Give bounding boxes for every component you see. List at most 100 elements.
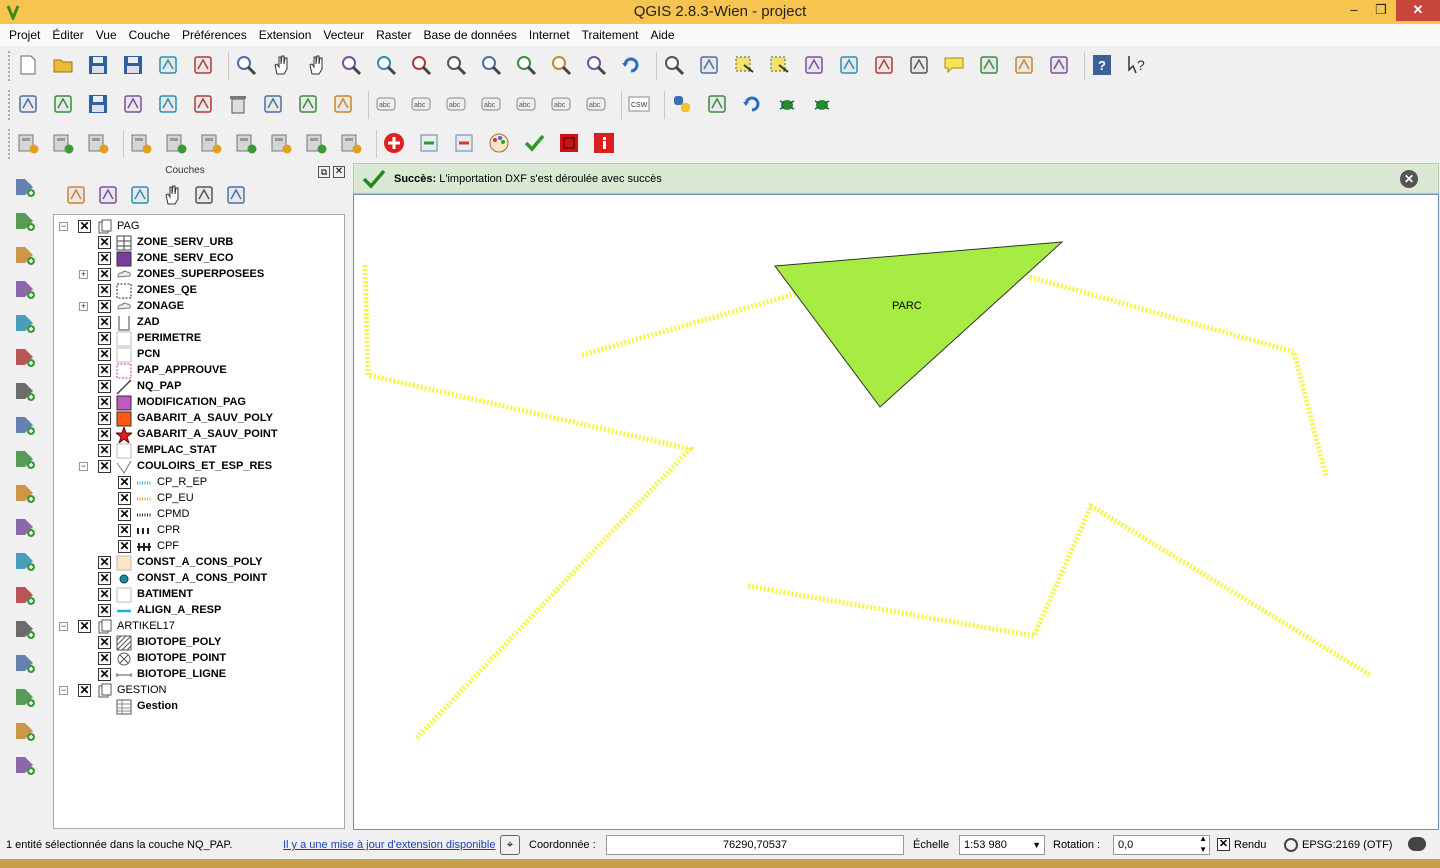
collapse-icon[interactable] [192,183,216,207]
layer-item-cp-r-ep[interactable]: ✕ CP_R_EP [54,475,344,491]
menu-6[interactable]: Vecteur [317,25,370,45]
layer-visibility-checkbox[interactable]: ✕ [98,396,111,409]
maximize-button[interactable]: ❒ [1368,0,1394,21]
layer-visibility-checkbox[interactable]: ✕ [78,220,91,233]
field-calculator-icon[interactable] [802,53,826,77]
add-feature-icon[interactable] [121,92,145,116]
layer-item-cpmd[interactable]: ✕ CPMD [54,507,344,523]
menu-0[interactable]: Projet [3,25,46,45]
menu-4[interactable]: Préférences [176,25,253,45]
current-edits-icon[interactable] [16,92,40,116]
delete-selected-icon[interactable] [226,92,250,116]
layer-tree[interactable]: − ✕ PAG ✕ ZONE_SERV_URB ✕ ZONE_SERV_ECO + ✕ ZONES… [53,214,345,829]
layer-visibility-checkbox[interactable]: ✕ [98,364,111,377]
layer-item-pcn[interactable]: ✕ PCN [54,347,344,363]
new-shape-e-icon[interactable] [269,131,293,155]
red-square-icon[interactable] [557,131,581,155]
rotation-spinbox[interactable]: 0,0 ▲ ▼ [1113,833,1210,855]
layer-visibility-checkbox[interactable]: ✕ [98,284,111,297]
layer-visibility-checkbox[interactable]: ✕ [98,444,111,457]
zoom-in-icon[interactable] [339,53,363,77]
check-icon[interactable] [522,131,546,155]
layer-visibility-checkbox[interactable]: ✕ [78,620,91,633]
coordinate-toggle-icon[interactable]: ⌖ [500,835,520,855]
new-shape-g-icon[interactable] [339,131,363,155]
rotate-label-icon[interactable]: abc [549,92,573,116]
add-layer-b-icon[interactable] [51,131,75,155]
move-label-icon[interactable]: abc [514,92,538,116]
close-window-button[interactable]: ✕ [1396,0,1440,21]
node-tool-icon[interactable] [191,92,215,116]
menu-5[interactable]: Extension [253,25,318,45]
collapse-icon[interactable]: − [59,686,68,695]
layer-visibility-checkbox[interactable]: ✕ [98,348,111,361]
layer-visibility-checkbox[interactable]: ✕ [98,572,111,585]
highlight-pinned-label-icon[interactable]: abc [409,92,433,116]
new-shape-d-icon[interactable] [234,131,258,155]
layer-item-const-a-cons-poly[interactable]: ✕ CONST_A_CONS_POLY [54,555,344,571]
layer-group-pag[interactable]: − ✕ PAG [54,219,344,235]
crs-globe-icon[interactable] [1284,838,1298,852]
plugin-update-link[interactable]: Il y a une mise à jour d'extension dispo… [283,839,495,851]
add-mssql-layer-icon[interactable] [13,311,37,335]
save-as-icon[interactable] [121,53,145,77]
panel-float-button[interactable]: ⧉ [318,166,330,178]
layer-visibility-checkbox[interactable]: ✕ [98,236,111,249]
copy-features-icon[interactable] [296,92,320,116]
collapse-icon[interactable]: − [79,462,88,471]
layer-item-zone-serv-urb[interactable]: ✕ ZONE_SERV_URB [54,235,344,251]
new-project-icon[interactable] [16,53,40,77]
layer-item-gabarit-a-sauv-poly[interactable]: ✕ GABARIT_A_SAUV_POLY [54,411,344,427]
menu-3[interactable]: Couche [123,25,176,45]
panel-close-button[interactable]: ✕ [333,166,345,178]
plugin-gear-bug-icon[interactable] [810,92,834,116]
layer-item-emplac-stat[interactable]: ✕ EMPLAC_STAT [54,443,344,459]
whats-this-icon[interactable]: ? [1125,53,1149,77]
scale-combo[interactable]: 1:53 980 ▼ [959,835,1045,855]
menu-2[interactable]: Vue [90,25,123,45]
rotation-stepper-icon[interactable]: ▲ ▼ [1199,833,1207,855]
deselect-icon[interactable] [767,53,791,77]
new-print-composer-icon[interactable] [156,53,180,77]
plus-circle-icon[interactable] [382,131,406,155]
layer-item-batiment[interactable]: ✕ BATIMENT [54,587,344,603]
layer-visibility-checkbox[interactable]: ✕ [98,636,111,649]
georeferencer-icon[interactable] [13,617,37,641]
layer-item-cp-eu[interactable]: ✕ CP_EU [54,491,344,507]
touch-zoom-icon[interactable] [234,53,258,77]
layer-visibility-checkbox[interactable]: ✕ [98,268,111,281]
pin-label-icon[interactable]: abc [444,92,468,116]
new-shapefile-icon[interactable] [13,549,37,573]
paste-features-icon[interactable] [331,92,355,116]
zoom-full-icon[interactable] [444,53,468,77]
zoom-next-icon[interactable] [584,53,608,77]
layer-visibility-checkbox[interactable]: ✕ [98,588,111,601]
layer-item-cpr[interactable]: ✕ CPR [54,523,344,539]
attribute-table-icon[interactable] [837,53,861,77]
measure-icon[interactable] [907,53,931,77]
layer-visibility-checkbox[interactable]: ✕ [98,316,111,329]
layer-item-cpf[interactable]: ✕ CPF [54,539,344,555]
layer-visibility-checkbox[interactable]: ✕ [98,604,111,617]
pan-to-selection-icon[interactable] [304,53,328,77]
scale-dropdown-icon[interactable]: ▼ [1032,836,1041,854]
identify-icon[interactable] [662,53,686,77]
layer-item-zone-serv-eco[interactable]: ✕ ZONE_SERV_ECO [54,251,344,267]
refresh-icon[interactable] [619,53,643,77]
new-shape-b-icon[interactable] [164,131,188,155]
save-project-icon[interactable] [86,53,110,77]
render-checkbox[interactable]: ✕ [1217,838,1230,851]
statistics-icon[interactable] [872,53,896,77]
expand-icon[interactable]: + [79,270,88,279]
layer-item-gestion[interactable]: Gestion [54,699,344,715]
export-icon[interactable] [452,131,476,155]
add-vector-layer-icon[interactable] [13,175,37,199]
layer-visibility-checkbox[interactable]: ✕ [118,524,131,537]
virtual-layer-icon[interactable] [13,583,37,607]
add-layer-a-icon[interactable] [16,131,40,155]
map-tip-icon[interactable] [942,53,966,77]
expand-icon[interactable] [160,183,184,207]
zoom-actual-icon[interactable] [409,53,433,77]
layer-visibility-checkbox[interactable]: ✕ [98,300,111,313]
undo-plugin-icon[interactable] [740,92,764,116]
